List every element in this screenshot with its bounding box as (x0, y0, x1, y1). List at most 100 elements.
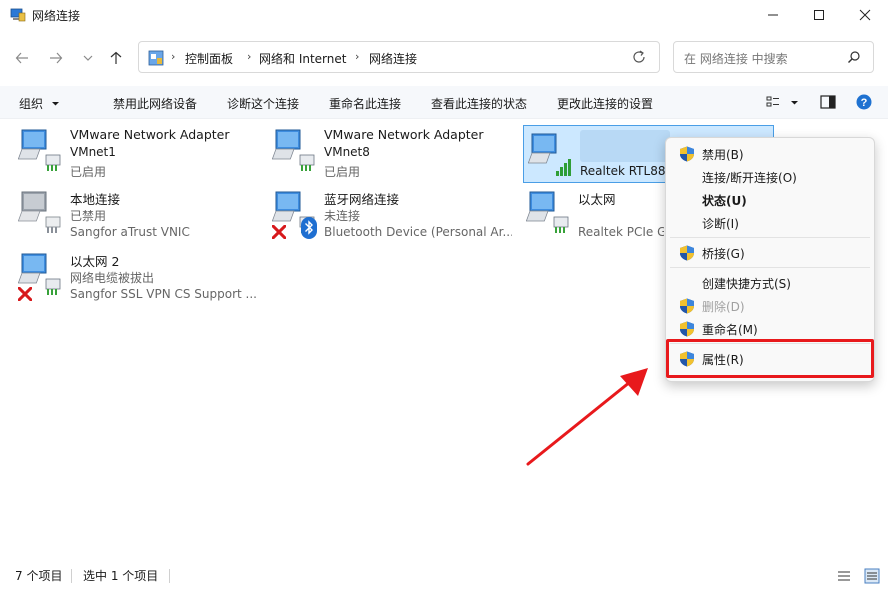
command-bar: 组织 禁用此网络设备 诊断这个连接 重命名此连接 查看此连接的状态 更改此连接的… (0, 86, 888, 119)
menu-item-status[interactable]: 状态(U) (670, 189, 870, 211)
menu-item-delete: 删除(D) (670, 295, 870, 317)
back-button[interactable] (10, 46, 34, 70)
maximize-button[interactable] (796, 0, 842, 30)
menu-item-connect-disconnect[interactable]: 连接/断开连接(O) (670, 166, 870, 188)
menu-item-create-shortcut[interactable]: 创建快捷方式(S) (670, 272, 870, 294)
breadcrumb-network-internet[interactable]: 网络和 Internet (259, 50, 346, 67)
connection-name: VMware Network Adapter (324, 127, 484, 142)
forward-button[interactable] (44, 46, 68, 70)
item-count: 7 个项目 (15, 569, 63, 583)
connection-bluetooth[interactable]: 蓝牙网络连接 未连接 Bluetooth Device (Personal Ar… (272, 189, 512, 247)
breadcrumb-network-connections[interactable]: 网络连接 (369, 50, 417, 67)
help-icon[interactable]: ? (856, 94, 872, 110)
svg-text:?: ? (861, 97, 868, 109)
dropdown-arrow-icon (51, 102, 59, 106)
up-button[interactable] (104, 46, 128, 70)
minimize-button[interactable] (750, 0, 796, 30)
menu-item-label: 诊断(I) (702, 217, 739, 231)
arrow-left-icon (15, 52, 28, 64)
connection-vmnet1[interactable]: VMware Network Adapter VMnet1 已启用 (18, 127, 258, 185)
details-view-icon[interactable] (837, 569, 851, 583)
close-icon (859, 9, 871, 21)
wireless-adapter-icon (528, 133, 571, 176)
change-view-button[interactable] (766, 95, 799, 109)
close-button[interactable] (842, 0, 888, 30)
dropdown-arrow-icon (791, 100, 798, 104)
connection-name: 本地连接 (70, 192, 121, 207)
view-status-button[interactable]: 查看此连接的状态 (431, 95, 527, 112)
network-adapter-disabled-icon (18, 191, 62, 234)
bluetooth-icon (301, 217, 317, 239)
diagnose-connection-button[interactable]: 诊断这个连接 (227, 95, 299, 112)
menu-item-rename[interactable]: 重命名(M) (670, 318, 870, 340)
disconnected-x-icon (18, 287, 32, 301)
connection-device: Sangfor SSL VPN CS Support ... (70, 287, 257, 301)
connection-name: 蓝牙网络连接 (324, 192, 400, 207)
connection-local[interactable]: 本地连接 已禁用 Sangfor aTrust VNIC (18, 189, 258, 247)
network-adapter-icon (526, 191, 569, 234)
menu-item-label: 连接/断开连接(O) (702, 171, 797, 185)
disconnected-x-icon (272, 225, 286, 239)
uac-shield-icon (680, 146, 694, 162)
connection-name: 以太网 2 (70, 254, 120, 269)
window-title: 网络连接 (32, 9, 81, 23)
connection-device: Sangfor aTrust VNIC (70, 225, 190, 239)
disable-device-button[interactable]: 禁用此网络设备 (113, 95, 197, 112)
menu-item-label: 创建快捷方式(S) (702, 277, 791, 291)
breadcrumb-separator: › (247, 50, 252, 63)
organize-button[interactable]: 组织 (19, 95, 60, 112)
selected-count: 选中 1 个项目 (83, 569, 159, 583)
connection-status: 已启用 (70, 165, 107, 179)
connection-device: Bluetooth Device (Personal Ar... (324, 225, 512, 239)
control-panel-icon (148, 50, 164, 66)
menu-item-label: 桥接(G) (702, 247, 745, 261)
menu-separator (670, 267, 870, 268)
uac-shield-icon (680, 321, 694, 337)
breadcrumb-control-panel[interactable]: 控制面板 (185, 50, 233, 67)
menu-separator (670, 237, 870, 238)
connection-device: Realtek PCIe G (578, 225, 664, 239)
network-adapter-icon (18, 129, 62, 172)
connection-name-line2: VMnet8 (324, 145, 370, 159)
menu-item-label: 禁用(B) (702, 148, 744, 162)
rename-connection-button[interactable]: 重命名此连接 (329, 95, 401, 112)
menu-item-bridge[interactable]: 桥接(G) (670, 242, 870, 264)
address-bar[interactable]: › 控制面板 › 网络和 Internet › 网络连接 (138, 41, 660, 73)
uac-shield-icon (680, 298, 694, 314)
preview-pane-icon[interactable] (820, 95, 836, 109)
connection-vmnet8[interactable]: VMware Network Adapter VMnet8 已启用 (272, 127, 512, 185)
search-placeholder: 在 网络连接 中搜索 (684, 52, 788, 66)
connection-ethernet-2[interactable]: 以太网 2 网络电缆被拔出 Sangfor SSL VPN CS Support… (18, 251, 258, 309)
menu-item-label: 状态(U) (702, 194, 747, 208)
breadcrumb-separator: › (171, 50, 176, 63)
connection-name: 以太网 (578, 192, 616, 207)
search-icon (848, 51, 860, 63)
connection-name-line2: VMnet1 (70, 145, 116, 159)
title-bar: 网络连接 (0, 0, 888, 30)
search-input[interactable]: 在 网络连接 中搜索 (673, 41, 874, 73)
refresh-icon[interactable] (631, 49, 647, 65)
network-connections-icon (10, 8, 26, 22)
recent-locations-button[interactable] (76, 46, 100, 70)
menu-item-label: 重命名(M) (702, 323, 758, 337)
annotation-arrow (526, 368, 648, 466)
status-bar: 7 个项目 选中 1 个项目 (0, 563, 888, 589)
menu-item-diagnose[interactable]: 诊断(I) (670, 212, 870, 234)
blurred-name-redaction (580, 130, 670, 162)
chevron-down-icon (83, 55, 93, 61)
status-divider (169, 569, 170, 583)
change-settings-button[interactable]: 更改此连接的设置 (557, 95, 653, 112)
minimize-icon (768, 14, 778, 16)
view-options-icon (766, 96, 779, 107)
connection-name: VMware Network Adapter (70, 127, 230, 142)
tiles-view-icon[interactable] (864, 568, 880, 584)
connection-status: 网络电缆被拔出 (70, 271, 155, 285)
uac-shield-icon (680, 245, 694, 261)
navigation-bar: › 控制面板 › 网络和 Internet › 网络连接 在 网络连接 中搜索 (0, 38, 888, 78)
connection-status: 未连接 (324, 209, 361, 223)
menu-item-label: 删除(D) (702, 300, 745, 314)
arrow-right-icon (50, 52, 63, 64)
breadcrumb-separator: › (355, 50, 360, 63)
network-adapter-icon (272, 129, 315, 172)
menu-item-disable[interactable]: 禁用(B) (670, 143, 870, 165)
